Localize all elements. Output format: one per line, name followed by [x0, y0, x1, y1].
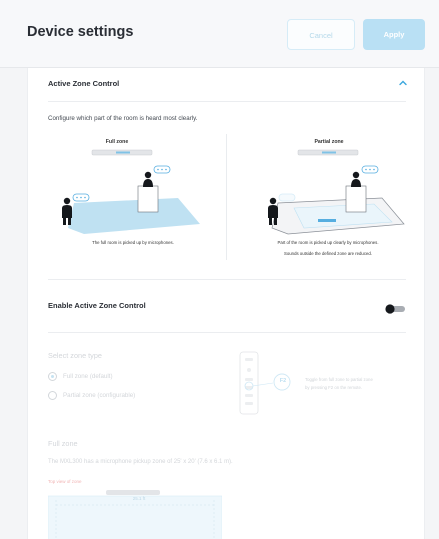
radio-label: Partial zone (configurable)	[63, 391, 136, 399]
cancel-button[interactable]: Cancel	[287, 19, 355, 50]
radio-label: Full zone (default)	[63, 372, 113, 380]
chevron-up-icon[interactable]	[398, 78, 408, 88]
top-view-label: Top view of zone	[48, 479, 82, 484]
partial-zone-caption-1: Part of the room is picked up clearly by…	[277, 240, 379, 245]
full-zone-description: The MXL300 has a microphone pickup zone …	[48, 459, 233, 465]
full-zone-caption: The full room is picked up by microphone…	[92, 240, 174, 245]
page-title: Device settings	[27, 24, 134, 40]
illustration-divider	[226, 134, 227, 260]
settings-panel: Active Zone Control Configure which part…	[27, 68, 425, 539]
radio-full-zone[interactable]: Full zone (default)	[48, 371, 113, 381]
radio-button[interactable]	[48, 371, 57, 381]
apply-button[interactable]: Apply	[363, 19, 425, 50]
partial-zone-illustration	[268, 149, 405, 235]
dimension-label: 25.1 ft	[132, 496, 146, 501]
partial-zone-caption-2: Sounds outside the defined zone are redu…	[284, 251, 372, 256]
section-description: Configure which part of the room is hear…	[48, 115, 198, 122]
remote-hint: Toggle from full zone to partial zone by…	[305, 377, 373, 390]
full-zone-label: Full zone	[105, 139, 129, 145]
divider	[48, 332, 406, 333]
remote-key-label: F2	[279, 378, 287, 384]
divider	[48, 101, 406, 102]
select-zone-type-title: Select zone type	[48, 351, 102, 360]
radio-partial-zone[interactable]: Partial zone (configurable)	[48, 390, 135, 400]
radio-button[interactable]	[48, 390, 57, 400]
section-title: Active Zone Control	[48, 79, 120, 88]
device-settings-window: Device settings Cancel Apply Active Zone…	[0, 0, 439, 539]
enable-active-zone-toggle[interactable]	[384, 301, 406, 314]
enable-active-zone-label: Enable Active Zone Control	[48, 301, 146, 310]
partial-zone-label: Partial zone	[314, 139, 344, 145]
full-zone-title: Full zone	[48, 439, 78, 448]
remote-control-icon	[239, 351, 291, 415]
divider	[48, 279, 406, 280]
header: Device settings Cancel Apply	[0, 0, 439, 68]
full-zone-illustration	[62, 149, 200, 234]
